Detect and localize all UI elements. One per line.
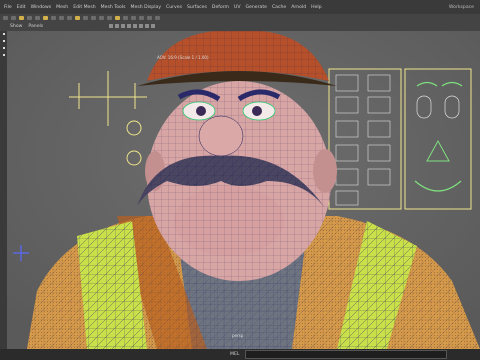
menu-uv[interactable]: UV	[234, 5, 241, 10]
light-icon[interactable]	[139, 24, 144, 28]
menu-bar: File Edit Windows Mesh Edit Mesh Mesh To…	[0, 0, 480, 14]
rotate-tool-icon[interactable]	[3, 47, 5, 49]
menu-edit-mesh[interactable]: Edit Mesh	[73, 5, 95, 10]
tool-icon[interactable]	[91, 15, 96, 20]
status-line-toolbar	[0, 14, 480, 21]
menu-generate[interactable]: Generate	[246, 5, 267, 10]
shaded-icon[interactable]	[127, 24, 132, 28]
tool-icon[interactable]	[147, 15, 152, 20]
camera-icon[interactable]	[109, 24, 114, 28]
workspace-selector[interactable]: Workspace	[449, 5, 474, 10]
tool-icon[interactable]	[99, 15, 104, 20]
command-line: MEL	[0, 349, 480, 360]
tool-icon[interactable]	[27, 15, 32, 20]
3d-viewport[interactable]: AOV: 16:9 (Scale 1 / 1.00) persp	[7, 31, 480, 349]
menu-surfaces[interactable]: Surfaces	[187, 5, 207, 10]
tool-icon[interactable]	[59, 15, 64, 20]
command-language-label[interactable]: MEL	[230, 352, 239, 357]
tool-icon[interactable]	[155, 15, 160, 20]
panel-menu-show[interactable]: Show	[10, 24, 22, 29]
select-tool-icon[interactable]	[3, 33, 5, 35]
menu-mesh[interactable]: Mesh	[56, 5, 68, 10]
tool-icon[interactable]	[3, 15, 8, 20]
move-tool-icon[interactable]	[3, 40, 5, 42]
tool-box	[0, 31, 7, 349]
tool-icon[interactable]	[11, 15, 16, 20]
scale-tool-icon[interactable]	[3, 54, 5, 56]
panel-menu-panels[interactable]: Panels	[28, 24, 43, 29]
menu-curves[interactable]: Curves	[166, 5, 182, 10]
menu-deform[interactable]: Deform	[212, 5, 229, 10]
tool-icon[interactable]	[67, 15, 72, 20]
panel-toolbar	[109, 24, 156, 28]
tool-icon[interactable]	[43, 15, 48, 20]
tool-icon[interactable]	[51, 15, 56, 20]
tool-icon[interactable]	[107, 15, 112, 20]
tool-icon[interactable]	[123, 15, 128, 20]
menu-mesh-display[interactable]: Mesh Display	[131, 5, 162, 10]
texture-icon[interactable]	[133, 24, 138, 28]
menu-edit[interactable]: Edit	[17, 5, 26, 10]
menu-arnold[interactable]: Arnold	[291, 5, 306, 10]
xray-icon[interactable]	[151, 24, 156, 28]
tool-icon[interactable]	[115, 15, 120, 20]
tool-icon[interactable]	[75, 15, 80, 20]
grid-icon[interactable]	[115, 24, 120, 28]
command-input[interactable]	[245, 350, 448, 359]
menu-mesh-tools[interactable]: Mesh Tools	[101, 5, 126, 10]
menu-file[interactable]: File	[4, 5, 12, 10]
menu-help[interactable]: Help	[311, 5, 321, 10]
tool-icon[interactable]	[139, 15, 144, 20]
menu-windows[interactable]: Windows	[31, 5, 52, 10]
viewport-hud-label: AOV: 16:9 (Scale 1 / 1.00)	[157, 55, 209, 60]
wireframe-icon[interactable]	[121, 24, 126, 28]
isolate-icon[interactable]	[145, 24, 150, 28]
menu-cache[interactable]: Cache	[272, 5, 286, 10]
tool-icon[interactable]	[19, 15, 24, 20]
panel-menu-bar: Show Panels	[0, 21, 480, 31]
camera-label: persp	[232, 333, 244, 338]
tool-icon[interactable]	[35, 15, 40, 20]
tool-icon[interactable]	[131, 15, 136, 20]
tool-icon[interactable]	[83, 15, 88, 20]
